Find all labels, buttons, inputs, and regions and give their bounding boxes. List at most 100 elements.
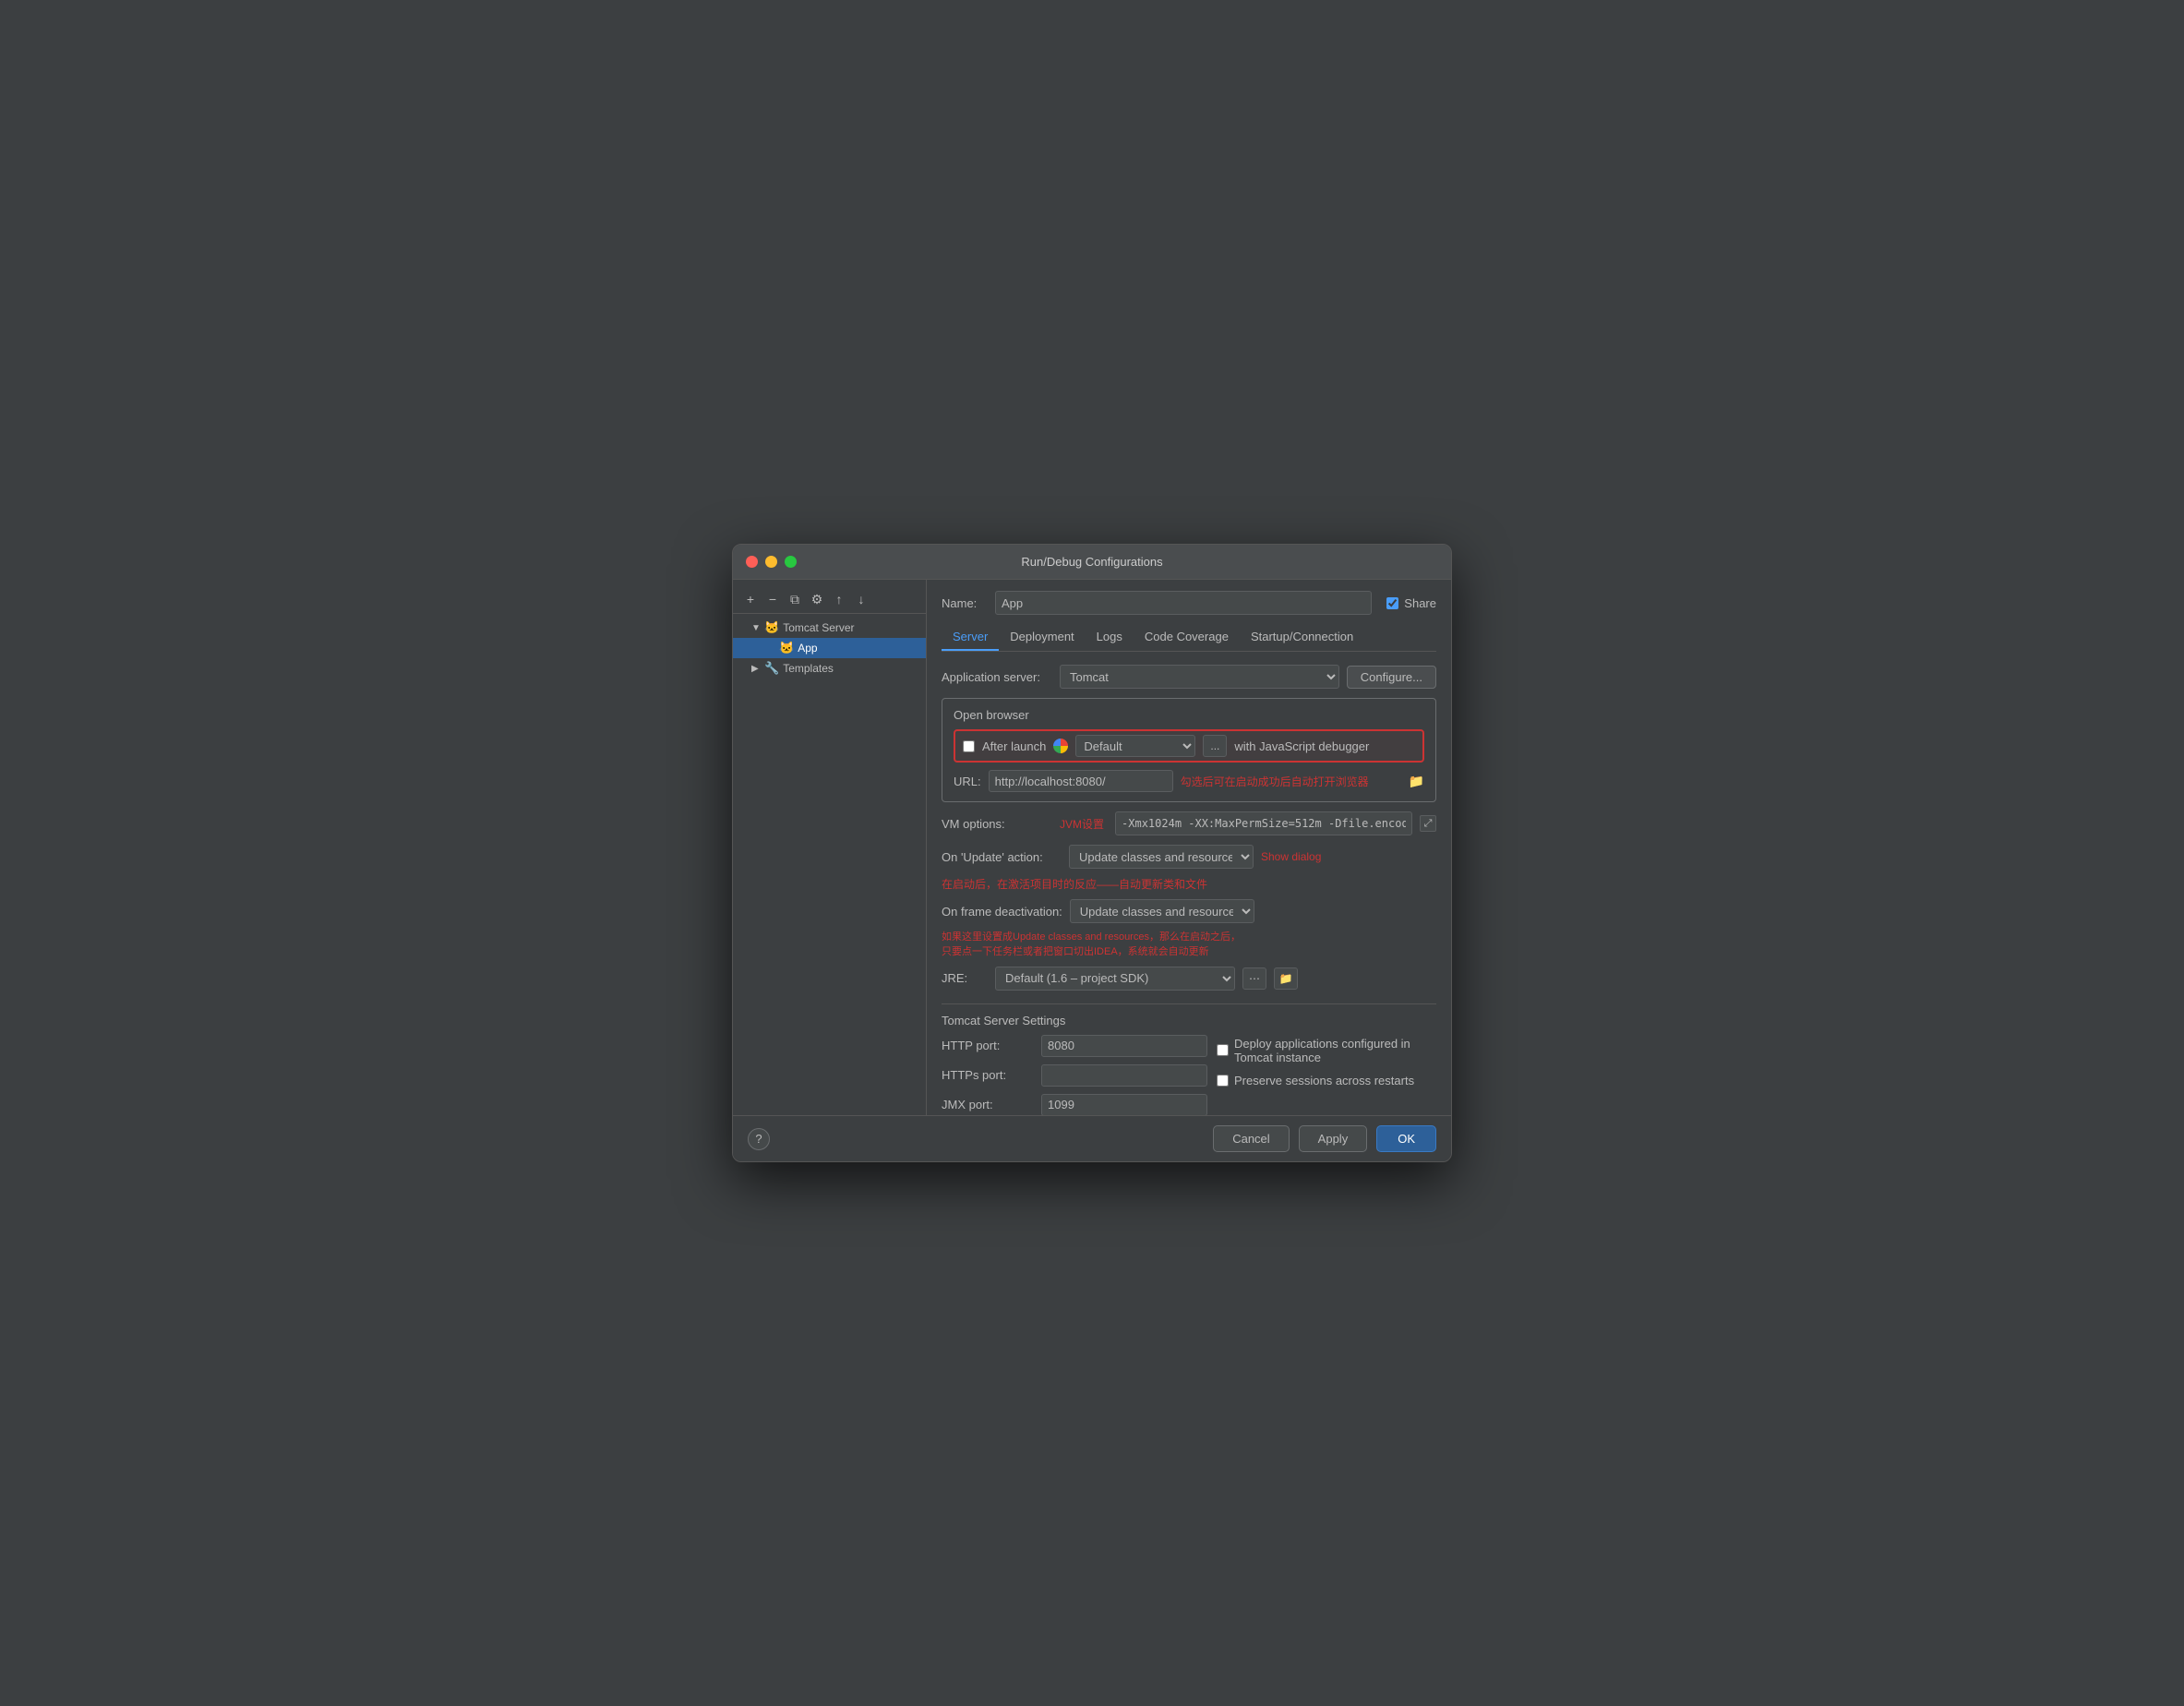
tab-logs[interactable]: Logs [1086,624,1134,651]
window-title: Run/Debug Configurations [1021,555,1162,569]
sidebar: + − ⧉ ⚙ ↑ ↓ ▼ 🐱 Tomcat Server 🐱 App ▶ 🔧 [733,580,927,1115]
apply-button[interactable]: Apply [1299,1125,1368,1152]
vm-expand-button[interactable]: ⤢ [1420,815,1436,832]
sidebar-item-app[interactable]: 🐱 App [733,638,926,658]
run-debug-window: Run/Debug Configurations + − ⧉ ⚙ ↑ ↓ ▼ 🐱… [732,544,1452,1162]
tab-code-coverage[interactable]: Code Coverage [1134,624,1240,651]
deploy-check-text: Deploy applications configured in Tomcat… [1234,1037,1436,1064]
app-tomcat-icon: 🐱 [779,641,794,655]
js-debugger-label: with JavaScript debugger [1234,739,1369,753]
templates-icon: 🔧 [764,661,779,676]
preserve-label: Preserve sessions across restarts [1217,1074,1436,1087]
templates-arrow-icon: ▶ [751,664,762,674]
https-port-input[interactable] [1041,1064,1207,1087]
share-checkbox[interactable] [1386,597,1398,609]
browser-select[interactable]: Default [1075,735,1195,757]
browser-more-button[interactable]: ... [1203,735,1227,757]
vm-options-row: VM options: JVM设置 ⤢ [942,811,1436,835]
jmx-port-row: JMX port: [942,1094,1180,1115]
on-frame-comment-block: 如果这里设置成Update classes and resources，那么在启… [942,931,1241,959]
jre-row: JRE: Default (1.6 – project SDK) ⋯ 📁 [942,967,1436,991]
app-server-row: Application server: Tomcat Configure... [942,665,1436,689]
url-input[interactable] [989,770,1173,792]
sidebar-item-label: Tomcat Server [783,621,854,634]
tomcat-settings: Tomcat Server Settings HTTP port: HTTPs … [942,1003,1436,1115]
app-server-label: Application server: [942,670,1052,684]
after-launch-row: After launch Default ... with JavaScript… [954,729,1424,763]
tab-startup[interactable]: Startup/Connection [1240,624,1364,651]
footer: ? Cancel Apply OK [733,1115,1451,1161]
sidebar-item-app-label: App [798,642,817,655]
vm-options-label: VM options: [942,817,1052,831]
add-config-button[interactable]: + [740,589,761,609]
tomcat-icon: 🐱 [764,620,779,635]
https-port-label: HTTPs port: [942,1068,1034,1082]
https-port-row: HTTPs port: [942,1064,1180,1087]
jre-browse-button[interactable]: 📁 [1274,967,1298,990]
ports-left: HTTP port: HTTPs port: JMX port: AJ [942,1035,1180,1115]
close-button[interactable] [746,556,758,568]
app-server-select[interactable]: Tomcat [1060,665,1339,689]
help-button[interactable]: ? [748,1128,770,1150]
sidebar-item-tomcat-server[interactable]: ▼ 🐱 Tomcat Server [733,618,926,638]
url-folder-icon[interactable]: 📁 [1409,774,1424,789]
jmx-port-label: JMX port: [942,1098,1034,1111]
url-comment: 勾选后可在启动成功后自动打开浏览器 [1181,774,1369,789]
cancel-button[interactable]: Cancel [1213,1125,1289,1152]
chrome-icon [1053,739,1068,753]
share-label: Share [1404,596,1436,610]
after-launch-checkbox[interactable] [963,740,975,752]
remove-config-button[interactable]: − [762,589,783,609]
on-frame-row: On frame deactivation: Update classes an… [942,899,1436,959]
sidebar-toolbar: + − ⧉ ⚙ ↑ ↓ [733,585,926,614]
tomcat-settings-title: Tomcat Server Settings [942,1014,1436,1027]
app-arrow-icon [766,643,777,654]
deploy-check-label: Deploy applications configured in Tomcat… [1217,1037,1436,1064]
on-frame-select[interactable]: Update classes and resources [1070,899,1254,923]
jre-select[interactable]: Default (1.6 – project SDK) [995,967,1235,991]
expand-arrow-icon: ▼ [751,623,762,633]
jvm-tag-label: JVM设置 [1060,816,1104,832]
jmx-port-input[interactable] [1041,1094,1207,1115]
move-up-button[interactable]: ↑ [829,589,849,609]
open-browser-title: Open browser [954,708,1424,722]
tab-server[interactable]: Server [942,624,999,651]
on-update-show-dialog: Show dialog [1261,850,1321,863]
on-update-label: On 'Update' action: [942,850,1062,864]
copy-config-button[interactable]: ⧉ [785,589,805,609]
tab-deployment[interactable]: Deployment [999,624,1085,651]
name-input[interactable] [995,591,1372,615]
ports-right: Deploy applications configured in Tomcat… [1198,1035,1436,1115]
minimize-button[interactable] [765,556,777,568]
preserve-checkbox[interactable] [1217,1075,1229,1087]
vm-options-input[interactable] [1115,811,1412,835]
name-row: Name: Share [942,591,1436,615]
sidebar-item-templates-label: Templates [783,662,834,675]
url-row: URL: 勾选后可在启动成功后自动打开浏览器 📁 [954,770,1424,792]
move-down-button[interactable]: ↓ [851,589,871,609]
open-browser-section: Open browser After launch Default ... wi… [942,698,1436,802]
on-frame-label: On frame deactivation: [942,905,1062,919]
main-content: + − ⧉ ⚙ ↑ ↓ ▼ 🐱 Tomcat Server 🐱 App ▶ 🔧 [733,580,1451,1115]
maximize-button[interactable] [785,556,797,568]
configure-button[interactable]: Configure... [1347,666,1436,689]
http-port-label: HTTP port: [942,1039,1034,1052]
config-tabs: Server Deployment Logs Code Coverage Sta… [942,624,1436,652]
url-label: URL: [954,775,981,788]
footer-buttons: Cancel Apply OK [1213,1125,1436,1152]
on-update-row: On 'Update' action: Update classes and r… [942,845,1436,892]
on-update-select[interactable]: Update classes and resources [1069,845,1254,869]
on-frame-comment1: 如果这里设置成Update classes and resources，那么在启… [942,931,1241,943]
traffic-lights [746,556,797,568]
sidebar-item-templates[interactable]: ▶ 🔧 Templates [733,658,926,679]
http-port-row: HTTP port: [942,1035,1180,1057]
on-update-comment: 在启动后，在激活项目时的反应——自动更新类和文件 [942,876,1207,892]
deploy-checkbox[interactable] [1217,1044,1229,1056]
jre-more-button[interactable]: ⋯ [1242,967,1266,990]
jre-label: JRE: [942,971,988,985]
ports-section: HTTP port: HTTPs port: JMX port: AJ [942,1035,1436,1115]
ok-button[interactable]: OK [1376,1125,1436,1152]
edit-config-button[interactable]: ⚙ [807,589,827,609]
share-section: Share [1386,596,1436,610]
http-port-input[interactable] [1041,1035,1207,1057]
